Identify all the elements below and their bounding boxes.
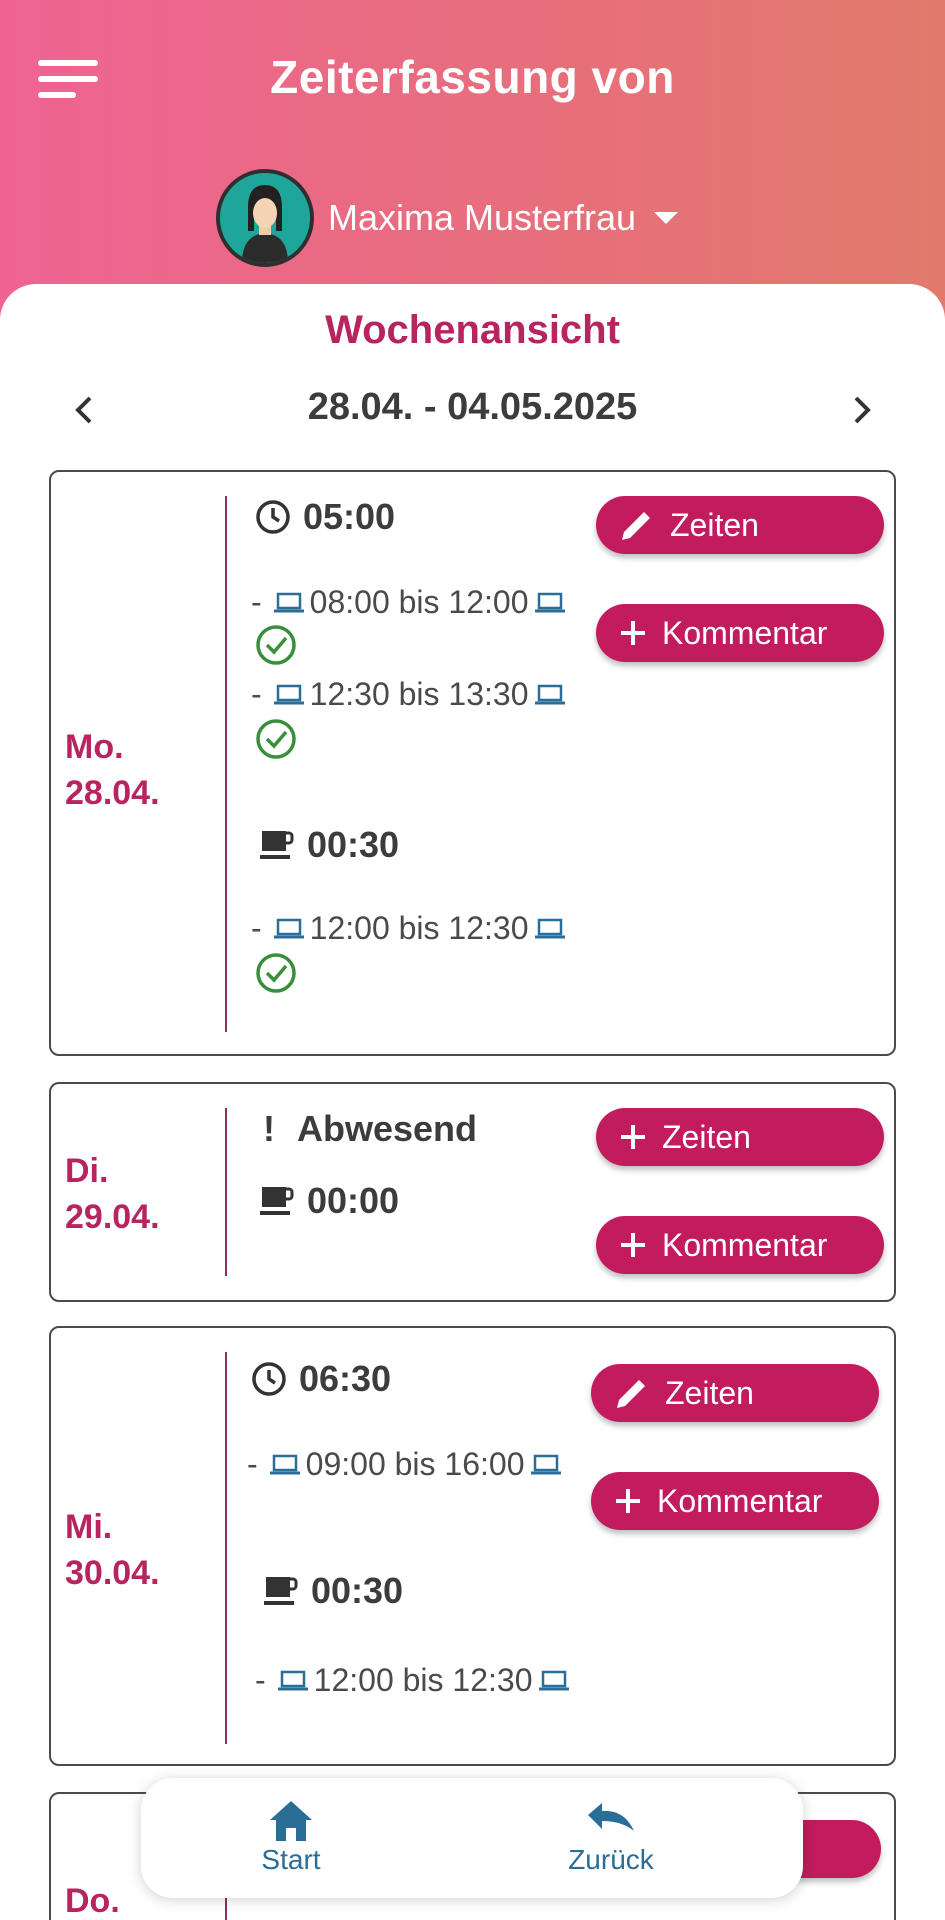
nav-start[interactable]: Start [191, 1798, 391, 1876]
laptop-icon [273, 592, 304, 614]
laptop-icon [277, 1670, 308, 1692]
add-comment-button[interactable]: Kommentar [596, 1216, 884, 1274]
exclamation-icon: ! [263, 1108, 275, 1149]
entry-dash: - [255, 1662, 266, 1698]
home-icon [191, 1798, 391, 1844]
plus-icon [618, 618, 648, 648]
time-entry: - 09:00 bis 16:00 [247, 1446, 567, 1483]
day-weekday: Mi. [65, 1508, 113, 1546]
chevron-right-icon[interactable] [842, 390, 882, 430]
day-weekday: Do. [65, 1882, 120, 1920]
entry-text: 12:00 bis 12:30 [309, 910, 529, 946]
laptop-icon [534, 684, 565, 706]
day-label: Mi. 30.04. [65, 1504, 160, 1596]
entry-text: 09:00 bis 16:00 [305, 1446, 525, 1482]
coffee-cup-icon [259, 827, 295, 863]
user-selector[interactable]: Maxima Musterfrau [216, 168, 679, 268]
break-total: 00:30 [263, 1570, 403, 1612]
caret-down-icon [654, 212, 679, 224]
entry-dash: - [251, 676, 262, 712]
coffee-cup-icon [259, 1183, 295, 1219]
day-weekday: Di. [65, 1152, 109, 1190]
time-entry: - 12:00 bis 12:30 [251, 910, 571, 947]
laptop-icon [273, 684, 304, 706]
break-total-value: 00:30 [311, 1570, 404, 1611]
plus-icon [618, 1122, 648, 1152]
check-circle-icon [255, 624, 297, 671]
work-total-value: 05:00 [303, 496, 396, 537]
button-label: Kommentar [662, 614, 828, 651]
entry-dash: - [251, 584, 262, 620]
break-total-value: 00:30 [307, 824, 400, 865]
add-comment-button[interactable]: Kommentar [596, 604, 884, 662]
day-date: 28.04. [65, 774, 160, 812]
view-title: Wochenansicht [325, 308, 620, 352]
button-label: Kommentar [657, 1482, 823, 1519]
button-label: Zeiten [670, 506, 759, 543]
time-entry: - 12:00 bis 12:30 [255, 1662, 575, 1699]
laptop-icon [538, 1670, 569, 1692]
day-card-monday: Mo. 28.04. 05:00 - 08:00 bis 12:00 - 12:… [49, 470, 896, 1056]
work-total-value: 06:30 [299, 1358, 392, 1399]
check-circle-icon [255, 952, 297, 999]
laptop-icon [269, 1454, 300, 1476]
work-total: 05:00 [255, 496, 395, 538]
check-circle-icon [255, 718, 297, 765]
absence-status-text: Abwesend [297, 1108, 478, 1149]
nav-back-label: Zurück [568, 1844, 654, 1875]
divider [225, 1108, 227, 1276]
day-label: Mo. 28.04. [65, 724, 160, 816]
nav-start-label: Start [261, 1844, 321, 1875]
absence-status: ! Abwesend [263, 1108, 477, 1150]
day-card-tuesday: Di. 29.04. ! Abwesend 00:00 Zeiten Komme… [49, 1082, 896, 1302]
user-name: Maxima Musterfrau [328, 197, 637, 238]
laptop-icon [273, 918, 304, 940]
divider [225, 496, 227, 1032]
edit-times-button[interactable]: Zeiten [591, 1364, 879, 1422]
laptop-icon [530, 1454, 561, 1476]
day-label: Do. [65, 1878, 120, 1920]
plus-icon [618, 1230, 648, 1260]
week-navigation: 28.04. - 04.05.2025 [0, 380, 945, 440]
coffee-cup-icon [263, 1573, 299, 1609]
clock-icon [255, 499, 291, 535]
entry-text: 12:30 bis 13:30 [309, 676, 529, 712]
divider [225, 1352, 227, 1744]
clock-icon [251, 1361, 287, 1397]
break-total: 00:30 [259, 824, 399, 866]
day-date: 30.04. [65, 1554, 160, 1592]
laptop-icon [534, 592, 565, 614]
plus-icon [613, 1486, 643, 1516]
button-label: Zeiten [662, 1118, 751, 1155]
work-total: 06:30 [251, 1358, 391, 1400]
app-title: Zeiterfassung von [270, 51, 675, 103]
pencil-icon [618, 506, 656, 544]
avatar [216, 169, 314, 267]
day-date: 29.04. [65, 1198, 160, 1236]
entry-text: 08:00 bis 12:00 [309, 584, 529, 620]
entry-text: 12:00 bis 12:30 [313, 1662, 533, 1698]
break-total-value: 00:00 [307, 1180, 400, 1221]
entry-dash: - [251, 910, 262, 946]
add-times-button[interactable]: Zeiten [596, 1108, 884, 1166]
time-entry: - 08:00 bis 12:00 [251, 584, 571, 621]
nav-back[interactable]: Zurück [511, 1798, 711, 1876]
bottom-navigation: Start Zurück [141, 1778, 803, 1898]
laptop-icon [534, 918, 565, 940]
button-label: Kommentar [662, 1226, 828, 1263]
day-card-wednesday: Mi. 30.04. 06:30 - 09:00 bis 16:00 00:30… [49, 1326, 896, 1766]
add-comment-button[interactable]: Kommentar [591, 1472, 879, 1530]
week-range: 28.04. - 04.05.2025 [307, 386, 638, 428]
button-label: Zeiten [665, 1374, 754, 1411]
app-header: Zeiterfassung von Maxima Musterfrau [0, 0, 945, 330]
day-weekday: Mo. [65, 728, 124, 766]
edit-times-button[interactable]: Zeiten [596, 496, 884, 554]
day-label: Di. 29.04. [65, 1148, 160, 1240]
pencil-icon [613, 1374, 651, 1412]
time-entry: - 12:30 bis 13:30 [251, 676, 571, 713]
undo-icon [511, 1798, 711, 1844]
entry-dash: - [247, 1446, 258, 1482]
break-total: 00:00 [259, 1180, 399, 1222]
